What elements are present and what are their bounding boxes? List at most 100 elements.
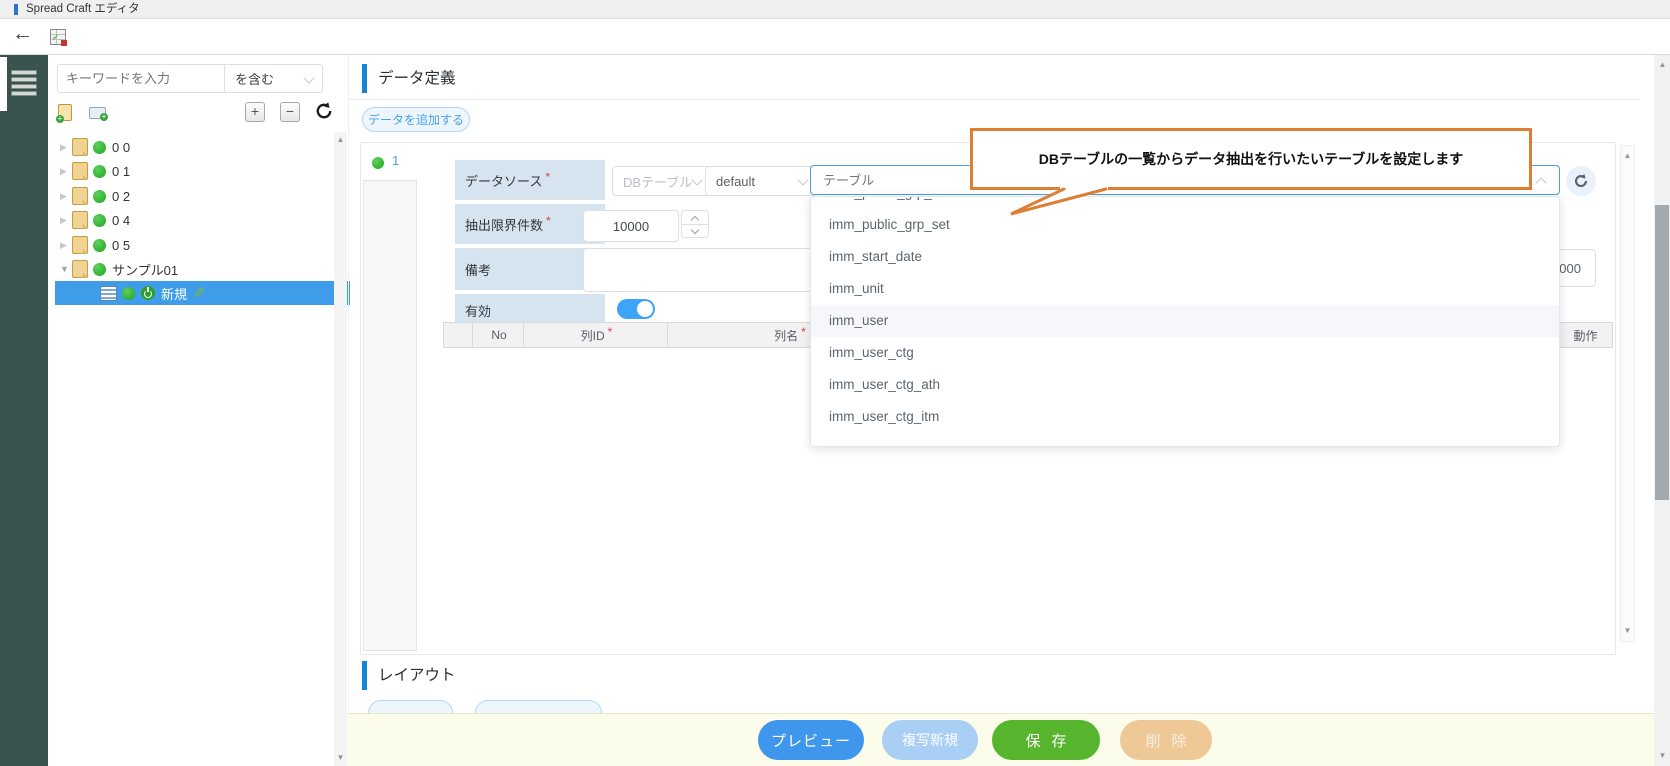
tooltip: DBテーブルの一覧からデータ抽出を行いたいテーブルを設定します: [970, 128, 1532, 190]
col-header-no: No: [472, 322, 526, 348]
expand-all-button[interactable]: [245, 102, 265, 122]
section-accent-bar: [362, 661, 367, 690]
tree-item-label: 0 4: [112, 213, 130, 228]
collapse-all-button[interactable]: [280, 102, 300, 122]
record-number[interactable]: 1: [392, 153, 399, 168]
data-section-title: データ定義: [378, 64, 456, 93]
document-icon: [72, 138, 88, 156]
caret-right-icon[interactable]: [60, 191, 72, 202]
tree-scrollbar[interactable]: [334, 132, 347, 766]
search-input[interactable]: [57, 64, 242, 93]
dropdown-item[interactable]: imm_user_ctg: [811, 337, 1559, 369]
tree-item[interactable]: 0 5: [60, 233, 320, 257]
window-scrollbar[interactable]: [1654, 55, 1670, 766]
sheet-list-icon: [100, 286, 117, 301]
power-icon: [141, 286, 155, 300]
col-header-label: 列名: [774, 327, 798, 344]
collapsed-panel-handle[interactable]: [0, 57, 7, 111]
dropdown-item-highlighted[interactable]: imm_user: [811, 305, 1559, 337]
dropdown-item[interactable]: imm_unit: [811, 273, 1559, 305]
refresh-icon[interactable]: [314, 101, 334, 121]
add-folder-icon[interactable]: +: [89, 107, 106, 119]
data-source-type-select[interactable]: DBテーブル: [612, 166, 711, 196]
tooltip-tail: [1002, 185, 1112, 219]
chevron-down-icon: [303, 72, 314, 83]
scroll-up-arrow[interactable]: [1656, 59, 1669, 71]
add-document-icon[interactable]: +: [58, 104, 72, 121]
caret-right-icon[interactable]: [60, 240, 72, 251]
enabled-toggle[interactable]: [617, 299, 655, 319]
filter-select[interactable]: を含む: [224, 64, 323, 93]
save-button[interactable]: 保存: [992, 720, 1100, 760]
status-dot-icon: [122, 287, 135, 300]
tree-item-label: 新規: [161, 284, 187, 303]
toggle-knob: [637, 301, 653, 317]
plus-badge: +: [56, 115, 64, 123]
data-source-label-cell: データソース *: [455, 160, 605, 200]
chevron-up-icon[interactable]: [1535, 177, 1546, 188]
refresh-icon: [1573, 173, 1589, 189]
limit-stepper[interactable]: [681, 210, 709, 238]
connection-select[interactable]: default: [705, 166, 817, 196]
field-label: データソース: [465, 171, 542, 190]
document-icon: [72, 211, 88, 229]
dropdown-item[interactable]: imm_user_ctg_itm: [811, 401, 1559, 433]
add-data-button[interactable]: データを追加する: [362, 107, 470, 132]
required-mark: *: [546, 214, 551, 228]
col-header-handle: [443, 322, 475, 348]
scrollbar-thumb[interactable]: [1655, 205, 1669, 500]
field-label: 備考: [465, 260, 491, 279]
tree-item[interactable]: 0 1: [60, 159, 320, 183]
tree-item-label: 0 5: [112, 238, 130, 253]
col-header-label: No: [491, 328, 506, 342]
table-dropdown: imm_public_grp_ath imm_public_grp_set im…: [810, 196, 1560, 447]
scroll-up-arrow[interactable]: [1621, 150, 1634, 162]
tree-item[interactable]: 0 2: [60, 184, 320, 208]
back-icon[interactable]: ←: [12, 22, 33, 46]
document-icon: [72, 260, 88, 278]
limit-input[interactable]: [583, 210, 679, 242]
document-icon: [72, 187, 88, 205]
caret-right-icon[interactable]: [60, 215, 72, 226]
caret-down-icon[interactable]: [60, 264, 72, 274]
spreadsheet-icon[interactable]: ✓: [50, 29, 66, 45]
panel-scrollbar[interactable]: [1620, 145, 1635, 642]
tree-item[interactable]: 0 4: [60, 208, 320, 232]
caret-right-icon[interactable]: [60, 166, 72, 177]
dropdown-item[interactable]: imm_user_ctg_ath: [811, 369, 1559, 401]
caret-right-icon[interactable]: [60, 142, 72, 153]
dropdown-item[interactable]: imm_public_grp_set: [811, 209, 1559, 241]
scroll-down-arrow[interactable]: [1656, 750, 1669, 762]
dropdown-item-partial[interactable]: imm_public_grp_ath: [811, 196, 1559, 209]
tree-item-selected[interactable]: 新規: [55, 281, 350, 305]
tree-item-label: 0 1: [112, 164, 130, 179]
copy-new-button[interactable]: 複写新規: [882, 720, 978, 760]
record-status-dot-icon: [372, 157, 384, 169]
stepper-down-button[interactable]: [682, 224, 708, 237]
refresh-tables-button[interactable]: [1566, 166, 1596, 196]
record-tab-box[interactable]: [363, 180, 417, 651]
red-dot: [61, 40, 67, 46]
title-bar: Spread Craft エディタ: [0, 0, 1670, 19]
status-dot-icon: [93, 165, 106, 178]
menu-hamburger-icon[interactable]: [11, 70, 37, 94]
stepper-up-button[interactable]: [682, 211, 708, 225]
preview-button[interactable]: プレビュー: [758, 720, 864, 760]
main-left-border: [348, 55, 349, 766]
delete-button[interactable]: 削除: [1120, 720, 1212, 760]
col-header-label: 列ID: [581, 327, 605, 344]
dropdown-item[interactable]: imm_start_date: [811, 241, 1559, 273]
status-dot-icon: [93, 239, 106, 252]
col-header-action: 動作: [1558, 322, 1613, 348]
filter-select-value: を含む: [235, 69, 274, 88]
tree-item[interactable]: 0 0: [60, 135, 320, 159]
scroll-down-arrow[interactable]: [334, 752, 347, 764]
col-header-column-id: 列ID *: [523, 322, 670, 348]
chevron-down-icon: [797, 174, 808, 185]
select-value: DBテーブル: [623, 172, 692, 191]
tree-item-expanded[interactable]: サンプル01: [60, 257, 320, 281]
edit-pencil-icon[interactable]: [193, 284, 206, 302]
scroll-up-arrow[interactable]: [334, 134, 347, 146]
scroll-down-arrow[interactable]: [1621, 625, 1634, 637]
title-accent-bar: [14, 4, 18, 15]
